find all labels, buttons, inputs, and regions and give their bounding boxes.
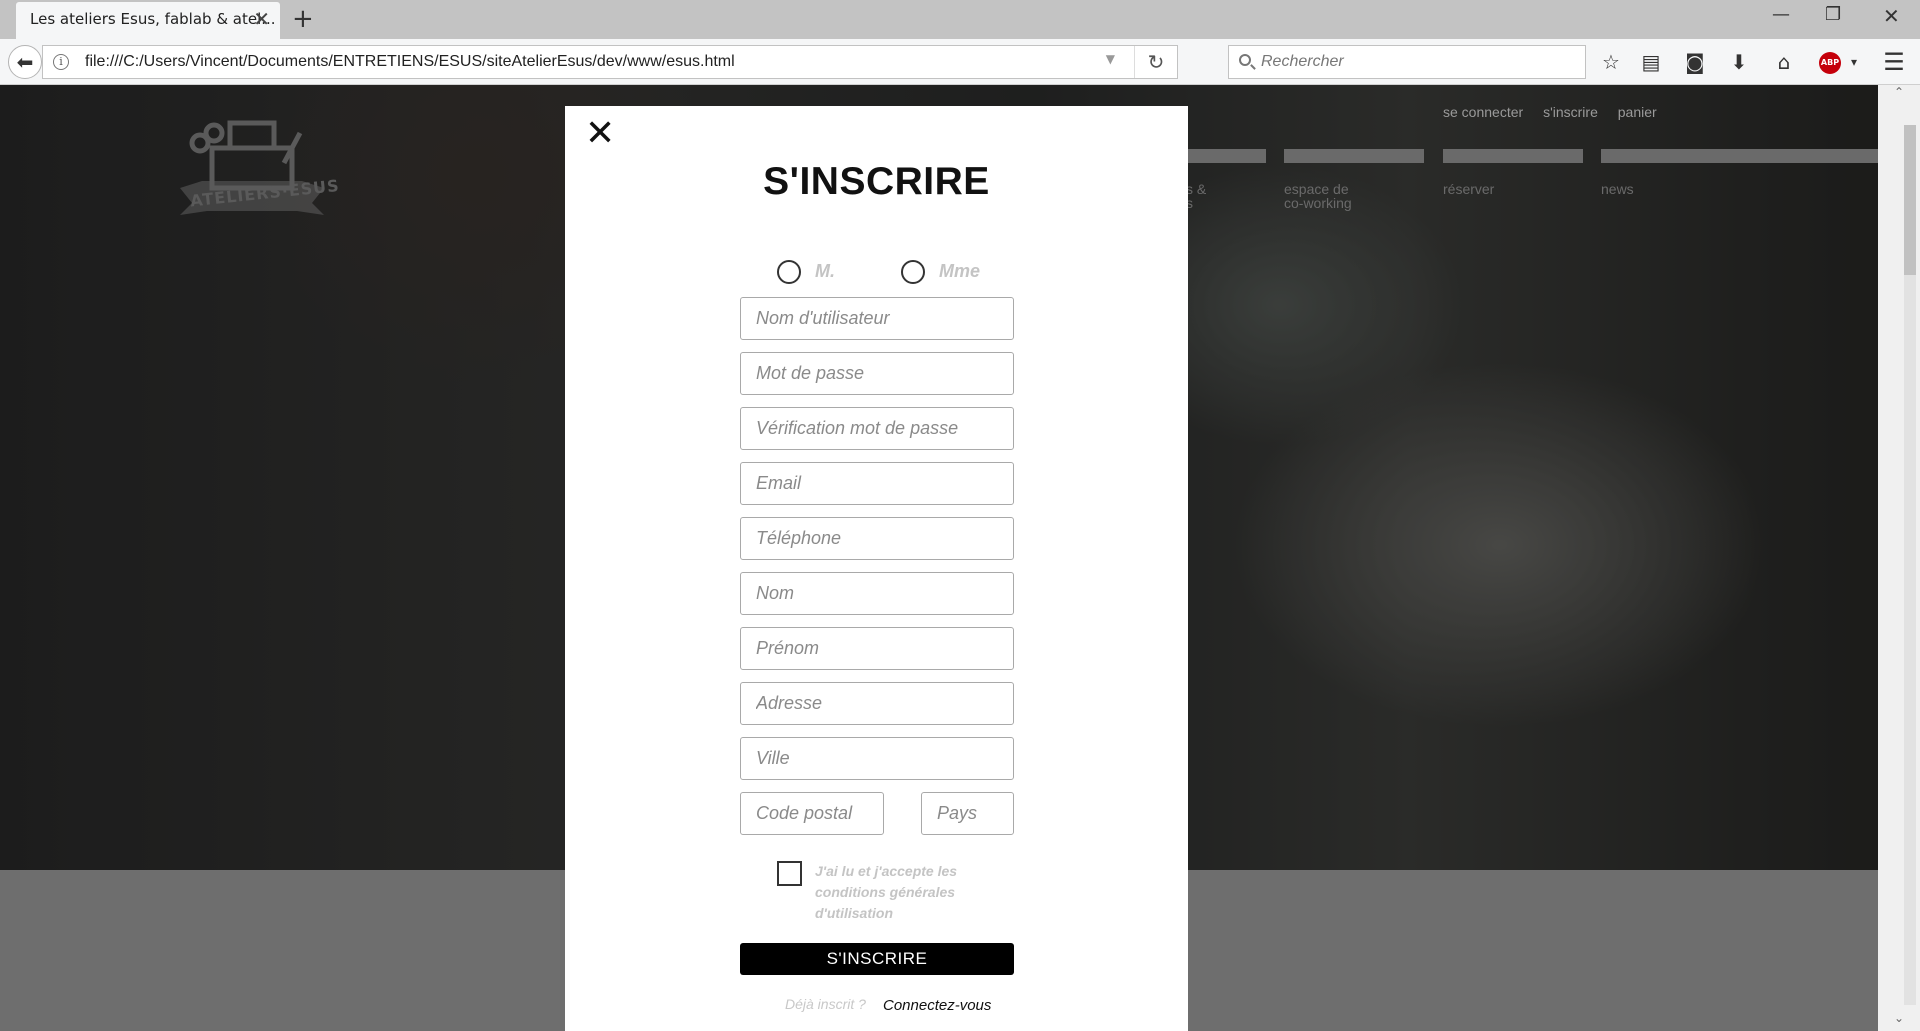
site-info-icon[interactable]: i — [53, 54, 69, 70]
url-history-dropdown-icon[interactable]: ▼ — [1106, 52, 1115, 66]
nav-item-1[interactable]: s & s — [1186, 182, 1206, 210]
page-scrollbar[interactable]: ⌃ ⌄ — [1878, 85, 1920, 1031]
tab-strip: Les ateliers Esus, fablab & atel... ✕ + … — [0, 0, 1920, 40]
window-close-icon[interactable]: ✕ — [1883, 4, 1900, 28]
account-links: se connecter s'inscrire panier — [1443, 104, 1673, 120]
search-placeholder: Rechercher — [1261, 53, 1344, 70]
nav-item-coworking-line2: co-working — [1284, 195, 1352, 211]
restore-icon[interactable]: ❐ — [1825, 4, 1841, 25]
nav-item-1-line2: s — [1186, 195, 1193, 211]
login-link-modal[interactable]: Connectez-vous — [883, 997, 991, 1014]
civility-mme-radio[interactable] — [901, 260, 925, 284]
lastname-input[interactable] — [740, 572, 1014, 615]
civility-m-label: M. — [815, 261, 835, 281]
nav-item-coworking[interactable]: espace de co-working — [1284, 182, 1352, 210]
back-arrow-icon: ⬅ — [16, 50, 34, 74]
nav-item-2-bar[interactable] — [1284, 149, 1424, 163]
nav-item-reserver-label: réserver — [1443, 181, 1495, 197]
country-input[interactable] — [921, 792, 1014, 835]
scrollbar-thumb[interactable] — [1904, 125, 1916, 275]
pocket-icon[interactable]: ◙ — [1680, 47, 1710, 77]
password-input[interactable] — [740, 352, 1014, 395]
terms-checkbox[interactable] — [777, 861, 802, 886]
terms-label: J'ai lu et j'accepte les conditions géné… — [815, 863, 958, 921]
adblock-dropdown-icon[interactable]: ▾ — [1839, 47, 1869, 77]
signup-link[interactable]: s'inscrire — [1543, 104, 1598, 120]
email-input[interactable] — [740, 462, 1014, 505]
back-button[interactable]: ⬅ — [8, 45, 42, 79]
nav-item-1-line1: s & — [1186, 181, 1207, 197]
zip-input[interactable] — [740, 792, 884, 835]
home-icon[interactable]: ⌂ — [1769, 47, 1799, 77]
signup-modal: ✕ S'INSCRIRE M. Mme J'ai lu et j'accepte… — [565, 106, 1188, 1031]
already-registered-text: Déjà inscrit ? — [785, 996, 866, 1012]
civility-m-radio[interactable] — [777, 260, 801, 284]
city-input[interactable] — [740, 737, 1014, 780]
nav-item-coworking-line1: espace de — [1284, 181, 1349, 197]
modal-title: S'INSCRIRE — [763, 160, 990, 203]
username-input[interactable] — [740, 297, 1014, 340]
phone-input[interactable] — [740, 517, 1014, 560]
nav-item-3-bar[interactable] — [1443, 149, 1583, 163]
search-bar[interactable]: Rechercher — [1228, 45, 1586, 79]
nav-item-news-label: news — [1601, 181, 1634, 197]
nav-item-news[interactable]: news — [1601, 182, 1634, 196]
minimize-icon[interactable]: — — [1772, 4, 1790, 25]
site-logo[interactable]: ATELIERS·ESUS — [172, 103, 340, 223]
browser-tab[interactable]: Les ateliers Esus, fablab & atel... ✕ — [16, 2, 280, 40]
scroll-down-arrow-icon[interactable]: ⌄ — [1878, 1011, 1920, 1031]
adblock-icon[interactable]: ABP — [1819, 52, 1841, 74]
search-icon — [1239, 54, 1251, 66]
scroll-up-arrow-icon[interactable]: ⌃ — [1878, 85, 1920, 105]
login-link[interactable]: se connecter — [1443, 104, 1523, 120]
downloads-icon[interactable]: ⬇ — [1724, 47, 1754, 77]
civility-mme-label: Mme — [939, 261, 981, 281]
tab-title: Les ateliers Esus, fablab & atel... — [30, 10, 276, 28]
bookmarks-library-icon[interactable]: ▤ — [1636, 47, 1666, 77]
new-tab-button[interactable]: + — [292, 5, 314, 33]
address-input[interactable] — [740, 682, 1014, 725]
address-bar[interactable]: i file:///C:/Users/Vincent/Documents/ENT… — [42, 45, 1178, 79]
menu-icon[interactable]: ☰ — [1879, 47, 1909, 77]
nav-item-4-bar[interactable] — [1601, 149, 1878, 163]
tab-close-icon[interactable]: ✕ — [253, 9, 270, 29]
password-confirm-input[interactable] — [740, 407, 1014, 450]
cart-link[interactable]: panier — [1618, 104, 1657, 120]
nav-item-reserver[interactable]: réserver — [1443, 182, 1494, 196]
reload-icon[interactable]: ↻ — [1134, 46, 1177, 78]
close-modal-icon[interactable]: ✕ — [585, 116, 615, 152]
bookmark-star-icon[interactable]: ☆ — [1596, 47, 1626, 77]
nav-item-1-bar[interactable] — [1180, 149, 1266, 163]
url-text[interactable]: file:///C:/Users/Vincent/Documents/ENTRE… — [85, 53, 735, 71]
firstname-input[interactable] — [740, 627, 1014, 670]
signup-submit-button[interactable]: S'INSCRIRE — [740, 943, 1014, 975]
navigation-toolbar: ⬅ i file:///C:/Users/Vincent/Documents/E… — [0, 39, 1920, 85]
